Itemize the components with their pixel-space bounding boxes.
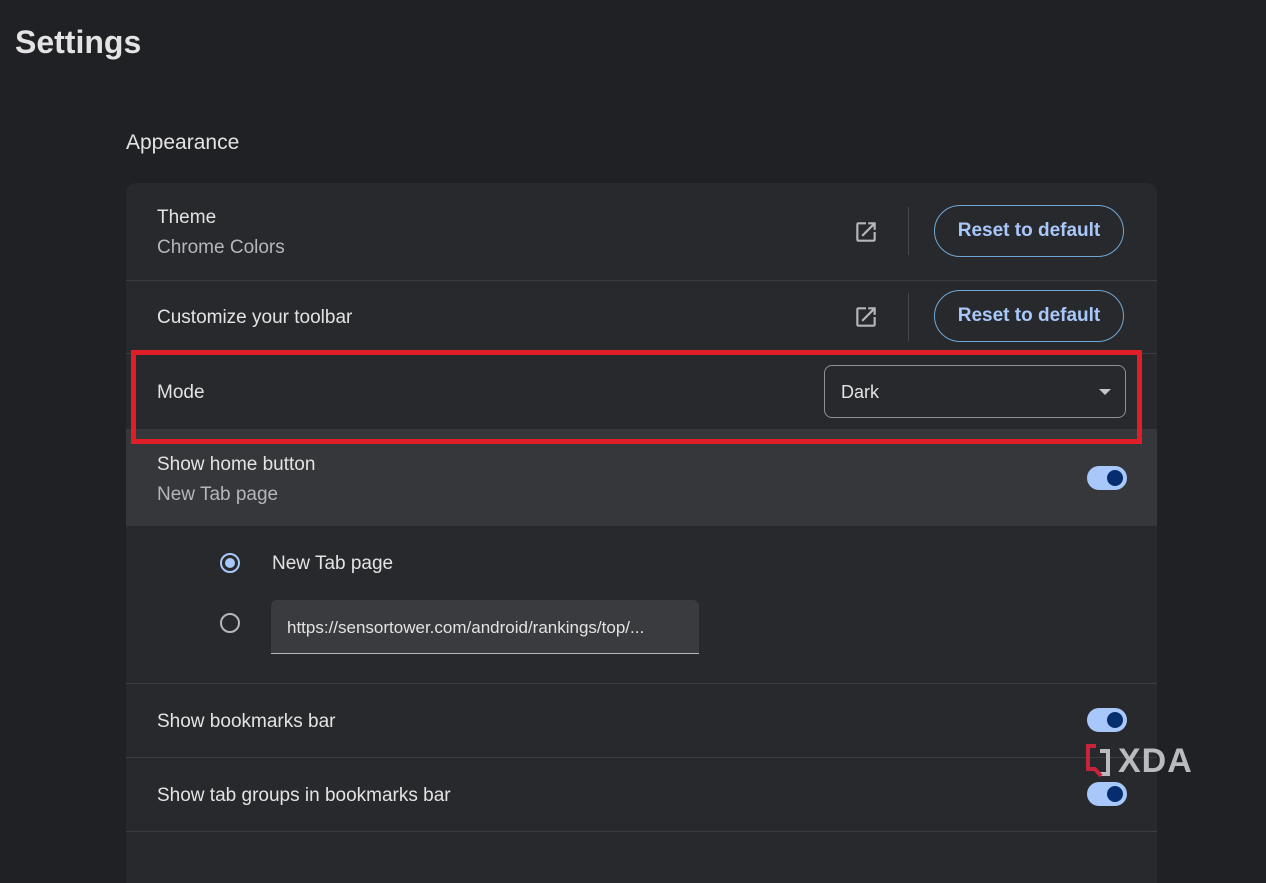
home-button-sublabel: New Tab page: [157, 484, 279, 505]
xda-logo-icon: [1086, 744, 1110, 778]
theme-value: Chrome Colors: [157, 237, 285, 258]
page-title: Settings: [15, 24, 142, 60]
toggle-knob: [1107, 786, 1123, 802]
bookmarks-bar-label: Show bookmarks bar: [157, 711, 336, 732]
toggle-knob: [1107, 712, 1123, 728]
tab-groups-toggle[interactable]: [1087, 782, 1127, 806]
toggle-knob: [1107, 470, 1123, 486]
tab-groups-row[interactable]: Show tab groups in bookmarks bar: [126, 758, 1157, 832]
theme-label: Theme: [157, 207, 217, 228]
xda-watermark: XDA: [1084, 742, 1193, 780]
watermark-text: XDA: [1118, 741, 1193, 780]
home-button-label: Show home button: [157, 454, 316, 475]
toolbar-label: Customize your toolbar: [157, 307, 353, 328]
home-button-toggle[interactable]: [1087, 466, 1127, 490]
appearance-card: Theme Chrome Colors Reset to default Cus…: [126, 183, 1157, 883]
section-title-appearance: Appearance: [126, 131, 240, 154]
bookmarks-bar-row[interactable]: Show bookmarks bar: [126, 684, 1157, 758]
toolbar-row: Customize your toolbar Reset to default: [126, 280, 1157, 354]
custom-url-value: https://sensortower.com/android/rankings…: [287, 618, 645, 637]
divider: [908, 293, 909, 341]
custom-url-input[interactable]: https://sensortower.com/android/rankings…: [271, 600, 699, 654]
theme-row: Theme Chrome Colors Reset to default: [126, 183, 1157, 281]
open-in-new-icon[interactable]: [853, 219, 879, 245]
theme-reset-button[interactable]: Reset to default: [934, 205, 1124, 257]
bookmarks-bar-toggle[interactable]: [1087, 708, 1127, 732]
divider: [908, 207, 909, 255]
tab-groups-label: Show tab groups in bookmarks bar: [157, 785, 451, 806]
open-in-new-icon[interactable]: [853, 304, 879, 330]
radio-new-tab-page[interactable]: [220, 553, 240, 573]
annotation-highlight-box: [131, 350, 1142, 444]
radio-new-tab-page-label[interactable]: New Tab page: [272, 553, 393, 575]
toolbar-reset-button[interactable]: Reset to default: [934, 290, 1124, 342]
radio-custom-url[interactable]: [220, 613, 240, 633]
